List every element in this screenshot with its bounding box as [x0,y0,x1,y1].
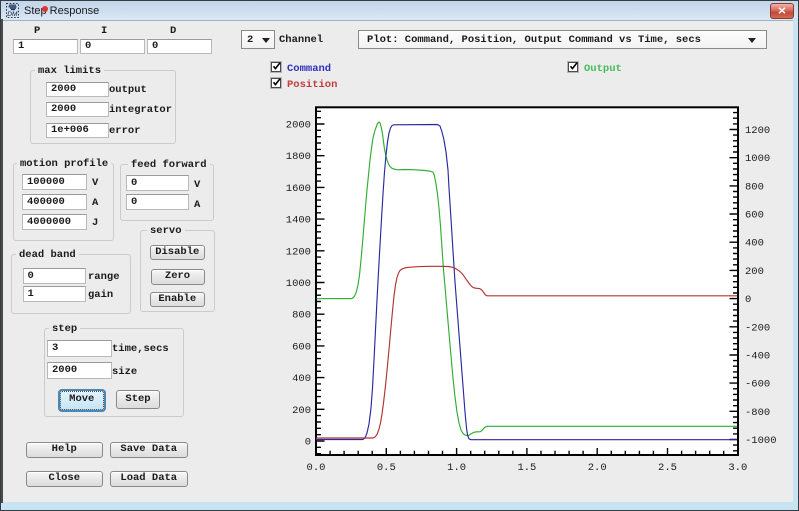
svg-text:0.0: 0.0 [307,462,326,474]
svg-text:-600: -600 [745,379,770,391]
svg-text:1.0: 1.0 [447,462,466,474]
svg-text:2000: 2000 [286,120,311,132]
svg-text:3.0: 3.0 [728,462,747,474]
svg-text:1000: 1000 [286,278,311,290]
svg-text:0: 0 [745,294,751,306]
svg-text:0: 0 [305,437,311,449]
svg-text:-1000: -1000 [745,435,777,447]
svg-text:400: 400 [745,238,764,250]
svg-text:-400: -400 [745,351,770,363]
svg-text:2.5: 2.5 [658,462,677,474]
svg-text:800: 800 [292,310,311,322]
svg-text:600: 600 [292,341,311,353]
svg-text:800: 800 [745,181,764,193]
svg-text:1200: 1200 [745,125,770,137]
svg-text:1.5: 1.5 [517,462,536,474]
svg-text:1400: 1400 [286,215,311,227]
svg-text:2.0: 2.0 [588,462,607,474]
svg-text:1200: 1200 [286,246,311,258]
svg-text:600: 600 [745,210,764,222]
svg-text:1600: 1600 [286,183,311,195]
svg-text:0.5: 0.5 [377,462,396,474]
svg-text:-800: -800 [745,407,770,419]
svg-text:1800: 1800 [286,151,311,163]
svg-text:200: 200 [292,405,311,417]
svg-text:-200: -200 [745,322,770,334]
svg-text:1000: 1000 [745,153,770,165]
svg-text:400: 400 [292,373,311,385]
svg-text:200: 200 [745,266,764,278]
